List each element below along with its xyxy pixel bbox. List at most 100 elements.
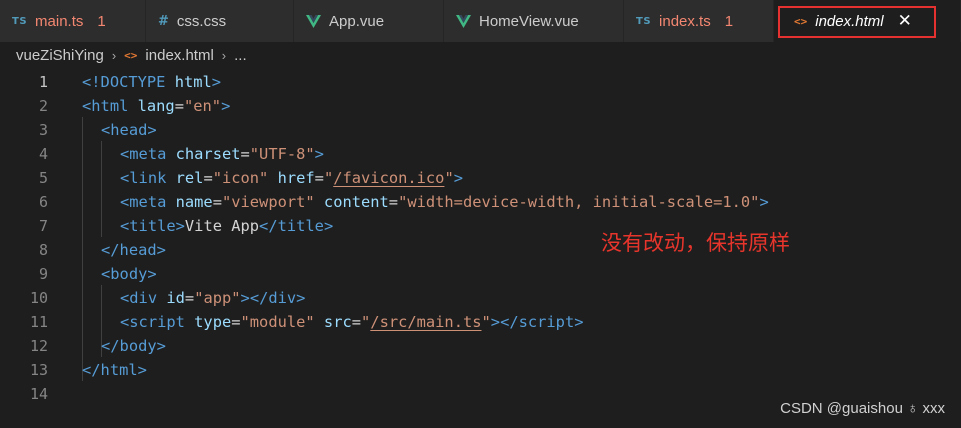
code-token: > — [490, 313, 501, 331]
line-number: 1 — [38, 73, 48, 91]
code-token: = — [388, 193, 399, 211]
breadcrumb-folder[interactable]: vueZiShiYing — [16, 47, 104, 64]
problem-count-badge: 1 — [97, 12, 106, 30]
code-token: title — [277, 217, 324, 235]
code-token: "module" — [240, 313, 315, 331]
code-line-6: <meta name="viewport" content="width=dev… — [120, 190, 769, 214]
code-line-11: <script type="module" src="/src/main.ts"… — [120, 310, 584, 334]
code-token: < — [120, 193, 130, 211]
vue-icon — [306, 14, 321, 28]
code-token: < — [101, 265, 111, 283]
line-number: 7 — [38, 217, 48, 235]
code-token: = — [203, 169, 213, 187]
watermark: CSDN @guaishou ♁ xxx — [780, 400, 945, 417]
line-number: 4 — [38, 145, 48, 163]
code-token: link — [129, 169, 167, 187]
code-token: > — [314, 145, 324, 163]
code-token: " — [444, 169, 454, 187]
tab-main-ts[interactable]: TS main.ts 1 — [0, 0, 146, 42]
tab-label: App.vue — [329, 12, 385, 30]
code-token: </ — [101, 241, 120, 259]
line-number: 8 — [38, 241, 48, 259]
tab-index-ts[interactable]: TS index.ts 1 — [624, 0, 774, 42]
code-token: "viewport" — [221, 193, 315, 211]
code-token: <! — [82, 73, 101, 91]
breadcrumb: vueZiShiYing › <> index.html › ... — [0, 42, 961, 69]
code-line-13: </html> — [82, 358, 147, 382]
tab-homeview-vue[interactable]: HomeView.vue — [444, 0, 624, 42]
code-token: name — [166, 193, 213, 211]
tab-app-vue[interactable]: App.vue — [294, 0, 444, 42]
code-token: > — [211, 73, 222, 91]
tab-css-css[interactable]: # css.css — [146, 0, 294, 42]
code-token: < — [82, 97, 92, 115]
code-token: div — [129, 289, 158, 307]
code-token: "icon" — [212, 169, 269, 187]
annotation-text: 没有改动，保持原样 — [601, 231, 790, 255]
code-token: < — [120, 217, 130, 235]
code-token: </ — [500, 313, 519, 331]
code-line-5: <link rel="icon" href="/favicon.ico"> — [120, 166, 463, 190]
typescript-icon: TS — [12, 15, 28, 27]
code-token: head — [110, 121, 148, 139]
code-token: = — [314, 169, 324, 187]
vue-icon — [456, 14, 471, 28]
tab-label: HomeView.vue — [479, 12, 579, 30]
code-token: > — [147, 121, 157, 139]
code-token: < — [120, 289, 130, 307]
code-token: > — [296, 289, 306, 307]
main-ts-link[interactable]: /src/main.ts — [370, 313, 481, 331]
breadcrumb-file[interactable]: index.html — [145, 47, 213, 64]
code-token: script — [129, 313, 185, 331]
code-token: < — [120, 169, 130, 187]
code-editor[interactable]: 1 2 3 4 5 6 7 8 9 10 11 12 13 14 <!DOCTY… — [0, 69, 961, 428]
code-token: </ — [259, 217, 278, 235]
code-line-10: <div id="app"></div> — [120, 286, 305, 310]
code-line-2: <html lang="en"> — [82, 94, 230, 118]
code-token: > — [240, 289, 250, 307]
code-token: > — [453, 169, 463, 187]
code-token: = — [231, 313, 241, 331]
code-token: > — [156, 337, 166, 355]
code-token: < — [101, 121, 111, 139]
code-token: > — [137, 361, 147, 379]
code-token: rel — [166, 169, 204, 187]
code-token: "app" — [194, 289, 241, 307]
tab-label: index.ts — [659, 12, 711, 30]
code-token: "en" — [183, 97, 222, 115]
typescript-icon: TS — [636, 15, 652, 27]
code-token: body — [119, 337, 157, 355]
code-token: html — [100, 361, 138, 379]
code-token: div — [268, 289, 297, 307]
code-token: head — [119, 241, 157, 259]
code-token: script — [518, 313, 575, 331]
code-token: title — [129, 217, 176, 235]
line-number: 5 — [38, 169, 48, 187]
code-token: Vite App — [184, 217, 260, 235]
code-token: src — [314, 313, 352, 331]
code-token: = — [351, 313, 362, 331]
code-token: > — [759, 193, 769, 211]
code-token: " — [361, 313, 371, 331]
code-token: " — [481, 313, 491, 331]
breadcrumb-symbols[interactable]: ... — [234, 47, 247, 64]
code-token: html — [91, 97, 129, 115]
html-icon: <> — [124, 49, 138, 62]
code-token: = — [174, 97, 184, 115]
favicon-link[interactable]: /favicon.ico — [333, 169, 444, 187]
code-token: = — [240, 145, 250, 163]
code-token: type — [184, 313, 232, 331]
css-icon: # — [158, 13, 169, 29]
code-token: "UTF-8" — [249, 145, 315, 163]
code-token: > — [156, 241, 166, 259]
tab-label: main.ts — [35, 12, 84, 30]
code-token: " — [323, 169, 334, 187]
line-number: 13 — [29, 361, 48, 379]
code-token: > — [147, 265, 157, 283]
code-token: < — [120, 313, 130, 331]
code-token: > — [323, 217, 334, 235]
code-line-3: <head> — [101, 118, 157, 142]
code-token: href — [268, 169, 315, 187]
line-number: 14 — [29, 385, 48, 403]
code-token: </ — [249, 289, 269, 307]
